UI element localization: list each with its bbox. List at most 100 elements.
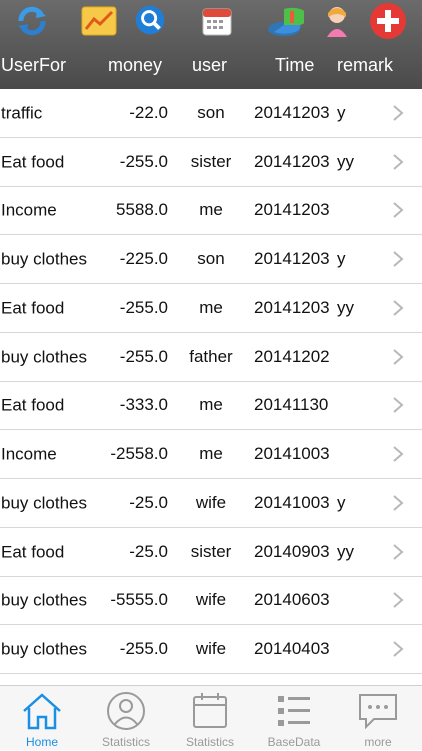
row-user: sister	[190, 541, 232, 561]
column-header-money: money	[108, 55, 163, 75]
row-money: -22.0	[129, 102, 168, 122]
row-category: Eat food	[1, 152, 65, 172]
row-time: 20141003	[254, 444, 330, 464]
tab-label: more	[364, 735, 392, 749]
calendar-icon[interactable]	[200, 4, 234, 38]
table-row[interactable]: buy clothes -255.0 wife 20140403	[0, 625, 422, 674]
chevron-right-icon	[393, 592, 404, 609]
record-list: traffic -22.0 son 20141203 y Eat food -2…	[0, 89, 422, 685]
row-category: Eat food	[1, 298, 65, 318]
row-category: traffic	[1, 103, 43, 123]
row-money: -255.0	[119, 346, 168, 366]
row-user: sister	[190, 151, 232, 171]
row-time: 20140603	[254, 590, 330, 610]
table-row[interactable]: buy clothes -225.0 son 20141203 y	[0, 235, 422, 284]
row-time: 20141203	[254, 102, 330, 122]
row-user: wife	[195, 492, 227, 512]
toolbar	[0, 0, 422, 42]
tab-bar: Home Statistics Statistics BaseData more	[0, 685, 422, 750]
row-user: wife	[195, 590, 227, 610]
row-category: Eat food	[1, 542, 65, 562]
column-header-userfor: UserFor	[1, 55, 67, 75]
row-time: 20141203	[254, 249, 330, 269]
chevron-right-icon	[393, 251, 404, 267]
column-header-time: Time	[275, 55, 315, 75]
row-time: 20140903	[254, 541, 330, 561]
table-row[interactable]: Income 5588.0 me 20141203	[0, 187, 422, 236]
row-money: -333.0	[119, 395, 168, 415]
row-category: buy clothes	[1, 590, 87, 610]
chevron-right-icon	[393, 446, 404, 462]
row-time: 20141202	[254, 346, 330, 366]
table-row[interactable]: buy clothes -255.0 father 20141202	[0, 333, 422, 382]
tab-statistics-calendar[interactable]: Statistics	[168, 686, 252, 751]
row-money: 5588.0	[116, 200, 168, 220]
tab-statistics-user[interactable]: Statistics	[84, 686, 168, 751]
row-category: buy clothes	[1, 249, 87, 269]
tab-home[interactable]: Home	[0, 686, 84, 751]
tab-more[interactable]: more	[336, 686, 422, 751]
user-icon	[107, 692, 145, 730]
row-time: 20140403	[254, 639, 330, 659]
row-money: -255.0	[119, 151, 168, 171]
tab-label: Statistics	[185, 735, 234, 749]
chevron-right-icon	[393, 397, 404, 414]
tab-label: BaseData	[267, 735, 321, 749]
row-time: 20141203	[254, 151, 330, 171]
refresh-icon[interactable]	[15, 4, 49, 38]
table-row[interactable]: Eat food -25.0 sister 20140903 yy	[0, 528, 422, 577]
home-icon	[23, 693, 61, 730]
row-time: 20141003	[254, 492, 330, 512]
row-remark: y	[337, 249, 346, 269]
add-icon[interactable]	[369, 2, 407, 40]
row-category: buy clothes	[1, 639, 87, 659]
calendar-icon	[193, 693, 227, 728]
header: UserFor money user Time remark	[0, 0, 422, 89]
row-remark: yy	[337, 151, 354, 171]
row-time: 20141203	[254, 297, 330, 317]
row-user: son	[197, 249, 225, 269]
row-remark: yy	[337, 297, 354, 317]
row-money: -5555.0	[110, 590, 168, 610]
table-row[interactable]: Eat food -255.0 sister 20141203 yy	[0, 138, 422, 187]
row-category: buy clothes	[1, 347, 87, 367]
row-remark: y	[337, 102, 346, 122]
column-headers: UserFor money user Time remark	[0, 52, 422, 80]
row-time: 20141130	[254, 395, 329, 415]
tab-basedata[interactable]: BaseData	[252, 686, 336, 751]
table-row[interactable]: Income -2558.0 me 20141003	[0, 430, 422, 479]
row-user: me	[199, 444, 223, 464]
table-row[interactable]: Eat food -333.0 me 20141130	[0, 382, 422, 431]
chat-bubble-icon	[359, 694, 397, 730]
row-remark: yy	[337, 541, 354, 561]
table-row[interactable]: buy clothes -5555.0 wife 20140603	[0, 577, 422, 626]
search-icon[interactable]	[134, 4, 168, 38]
chevron-right-icon	[393, 543, 404, 560]
row-category: buy clothes	[1, 493, 87, 513]
row-category: Eat food	[1, 395, 65, 415]
row-user: me	[199, 200, 223, 220]
chevron-right-icon	[393, 348, 404, 365]
table-row[interactable]: Eat food -255.0 me 20141203 yy	[0, 284, 422, 333]
row-remark: y	[337, 492, 346, 512]
table-row[interactable]: traffic -22.0 son 20141203 y	[0, 89, 422, 138]
row-money: -255.0	[119, 297, 168, 317]
chevron-right-icon	[393, 495, 404, 511]
row-user: me	[199, 395, 223, 415]
row-category: Income	[1, 444, 57, 464]
table-row[interactable]: buy clothes -25.0 wife 20141003 y	[0, 479, 422, 528]
row-money: -25.0	[129, 541, 168, 561]
list-icon	[278, 696, 310, 726]
row-user: me	[199, 297, 223, 317]
row-money: -255.0	[119, 639, 168, 659]
row-user: wife	[195, 639, 227, 659]
tab-label: Home	[25, 735, 58, 749]
avatar-icon[interactable]	[322, 4, 352, 38]
row-user: father	[189, 346, 233, 366]
pie-chart-icon[interactable]	[264, 4, 304, 38]
column-header-remark: remark	[337, 55, 394, 75]
chart-icon[interactable]	[80, 4, 118, 38]
column-header-user: user	[192, 55, 228, 75]
row-time: 20141203	[254, 200, 330, 220]
chevron-right-icon	[393, 153, 404, 170]
